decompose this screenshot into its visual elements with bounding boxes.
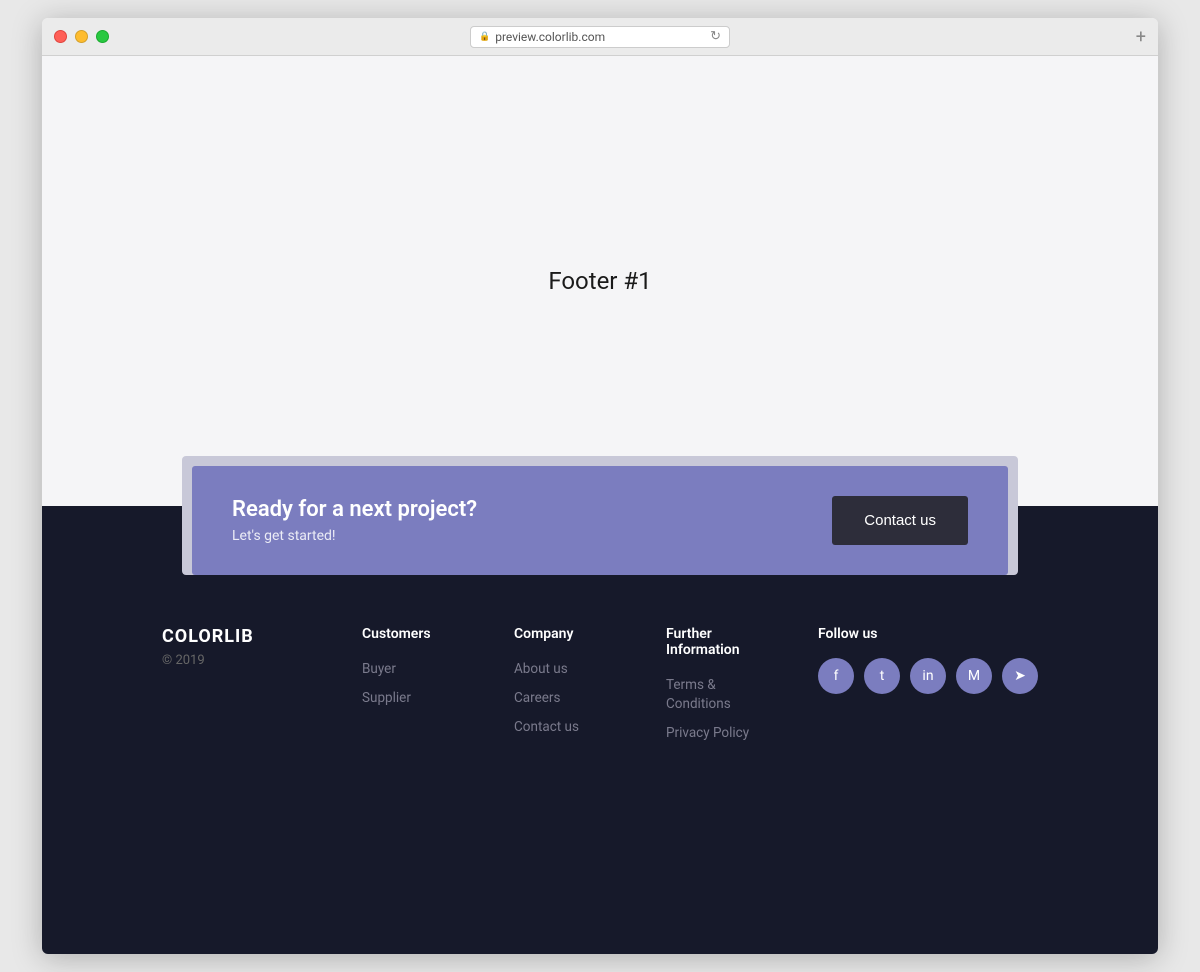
footer-social: Follow us f t in M ➤ [818, 626, 1038, 694]
list-item: Terms & Conditions [666, 674, 778, 712]
new-tab-button[interactable]: + [1136, 26, 1146, 47]
browser-window: 🔒 preview.colorlib.com ↻ + Footer #1 Rea… [42, 18, 1158, 954]
footer-columns: Customers Buyer Supplier Company About u… [362, 626, 778, 751]
content-area: Footer #1 Ready for a next project? Let'… [42, 56, 1158, 954]
list-item: Contact us [514, 716, 626, 735]
footer-social-title: Follow us [818, 626, 1038, 642]
footer-dark: Ready for a next project? Let's get star… [42, 506, 1158, 954]
footer-col-company-title: Company [514, 626, 626, 642]
facebook-icon[interactable]: f [818, 658, 854, 694]
footer-col-customers-title: Customers [362, 626, 474, 642]
careers-link[interactable]: Careers [514, 690, 560, 706]
buyer-link[interactable]: Buyer [362, 661, 396, 677]
supplier-link[interactable]: Supplier [362, 690, 411, 706]
lock-icon: 🔒 [479, 32, 490, 42]
close-button[interactable] [54, 30, 67, 43]
about-us-link[interactable]: About us [514, 661, 568, 677]
footer-col-company-links: About us Careers Contact us [514, 658, 626, 735]
footer-brand: COLORLIB © 2019 [162, 626, 322, 668]
url-bar-container: 🔒 preview.colorlib.com ↻ [470, 26, 730, 48]
linkedin-icon[interactable]: in [910, 658, 946, 694]
titlebar: 🔒 preview.colorlib.com ↻ + [42, 18, 1158, 56]
footer-col-further-title: Further Information [666, 626, 778, 658]
footer-col-customers: Customers Buyer Supplier [362, 626, 474, 751]
cta-contact-button[interactable]: Contact us [832, 496, 968, 545]
cta-banner-wrapper: Ready for a next project? Let's get star… [162, 456, 1038, 575]
cta-text: Ready for a next project? Let's get star… [232, 497, 477, 544]
medium-icon[interactable]: M [956, 658, 992, 694]
cta-heading: Ready for a next project? [232, 497, 477, 522]
list-item: Careers [514, 687, 626, 706]
list-item: Buyer [362, 658, 474, 677]
page-title: Footer #1 [548, 267, 651, 295]
cta-banner: Ready for a next project? Let's get star… [192, 466, 1008, 575]
footer-copyright: © 2019 [162, 653, 322, 668]
traffic-lights [54, 30, 109, 43]
cta-card-shadow: Ready for a next project? Let's get star… [182, 456, 1018, 575]
refresh-icon[interactable]: ↻ [710, 29, 721, 44]
footer-col-further-links: Terms & Conditions Privacy Policy [666, 674, 778, 741]
list-item: Privacy Policy [666, 722, 778, 741]
page-section: Footer #1 [42, 56, 1158, 506]
footer-col-further: Further Information Terms & Conditions P… [666, 626, 778, 751]
telegram-icon[interactable]: ➤ [1002, 658, 1038, 694]
url-bar[interactable]: 🔒 preview.colorlib.com ↻ [470, 26, 730, 48]
list-item: Supplier [362, 687, 474, 706]
footer-col-company: Company About us Careers Contact us [514, 626, 626, 751]
privacy-policy-link[interactable]: Privacy Policy [666, 725, 749, 741]
url-text: preview.colorlib.com [495, 30, 605, 44]
minimize-button[interactable] [75, 30, 88, 43]
maximize-button[interactable] [96, 30, 109, 43]
social-icons: f t in M ➤ [818, 658, 1038, 694]
contact-us-link[interactable]: Contact us [514, 719, 579, 735]
footer-logo: COLORLIB [162, 626, 322, 647]
footer-col-customers-links: Buyer Supplier [362, 658, 474, 706]
terms-conditions-link[interactable]: Terms & Conditions [666, 677, 731, 712]
twitter-icon[interactable]: t [864, 658, 900, 694]
cta-subheading: Let's get started! [232, 528, 477, 544]
list-item: About us [514, 658, 626, 677]
